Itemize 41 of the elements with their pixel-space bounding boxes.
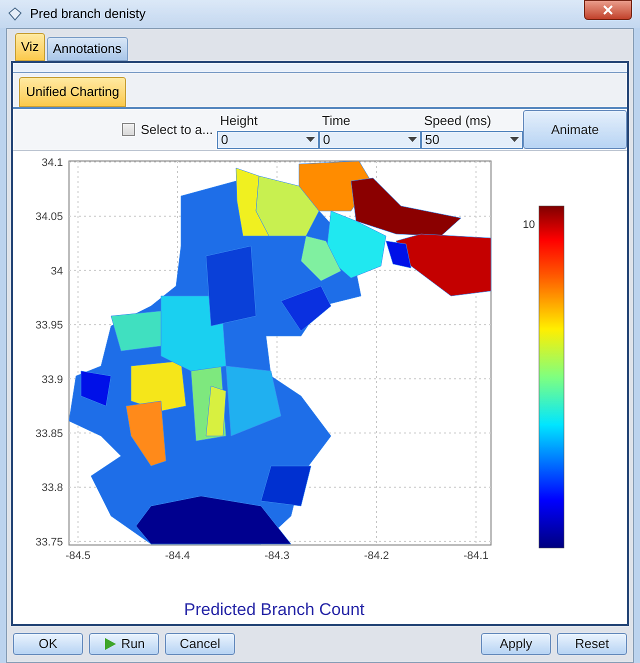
color-scale-tick-label: 10 [522,219,535,231]
axis-tick-label: 33.85 [35,428,63,440]
axis-tick-label: -84.5 [65,550,91,562]
chart-caption: Predicted Branch Count [184,599,364,621]
axis-tick-label: -84.1 [463,550,489,562]
axis-tick-label: 33.75 [35,536,63,548]
caret-icon [408,137,417,142]
dropdown[interactable]: 50 [421,130,523,148]
tab[interactable]: Viz [15,33,45,61]
axis-tick-label: 33.8 [42,482,63,494]
dialog-button[interactable]: Apply [481,633,551,655]
caret-icon [306,137,315,142]
axis-tick-label: 33.9 [42,374,63,386]
checkbox-label: Select to a... [140,120,213,139]
dropdown-label: Time [321,112,352,130]
window-title: Pred branch denisty [30,5,146,24]
animate-button[interactable]: Animate [523,110,627,149]
dropdown[interactable]: 0 [319,130,421,148]
axis-tick-label: -84.3 [264,550,290,562]
splitter-bar[interactable] [13,63,627,73]
dialog-button[interactable]: Cancel [165,633,235,655]
close-icon [603,5,613,15]
axis-tick-label: 34 [50,265,63,278]
play-icon [103,637,118,651]
axis-tick-label: 33.95 [35,320,63,332]
axis-tick-label: -84.2 [364,550,390,562]
caret-icon [510,137,519,142]
axis-tick-label: 34.05 [35,211,63,224]
tab[interactable]: Unified Charting [19,77,126,107]
dropdown-label: Speed (ms) [423,112,492,130]
dropdown-label: Height [219,112,259,130]
dropdown[interactable]: 0 [217,130,319,148]
tab[interactable]: Annotations [46,37,128,61]
axis-tick-label: 34.1 [42,157,63,169]
checkbox[interactable] [122,123,135,136]
dialog-button[interactable]: Reset [557,633,627,655]
dialog-button[interactable]: OK [13,633,83,655]
axis-tick-label: -84.4 [164,550,190,562]
run-button[interactable]: Run [89,633,159,655]
close-button[interactable] [584,0,632,20]
app-icon [8,7,22,21]
